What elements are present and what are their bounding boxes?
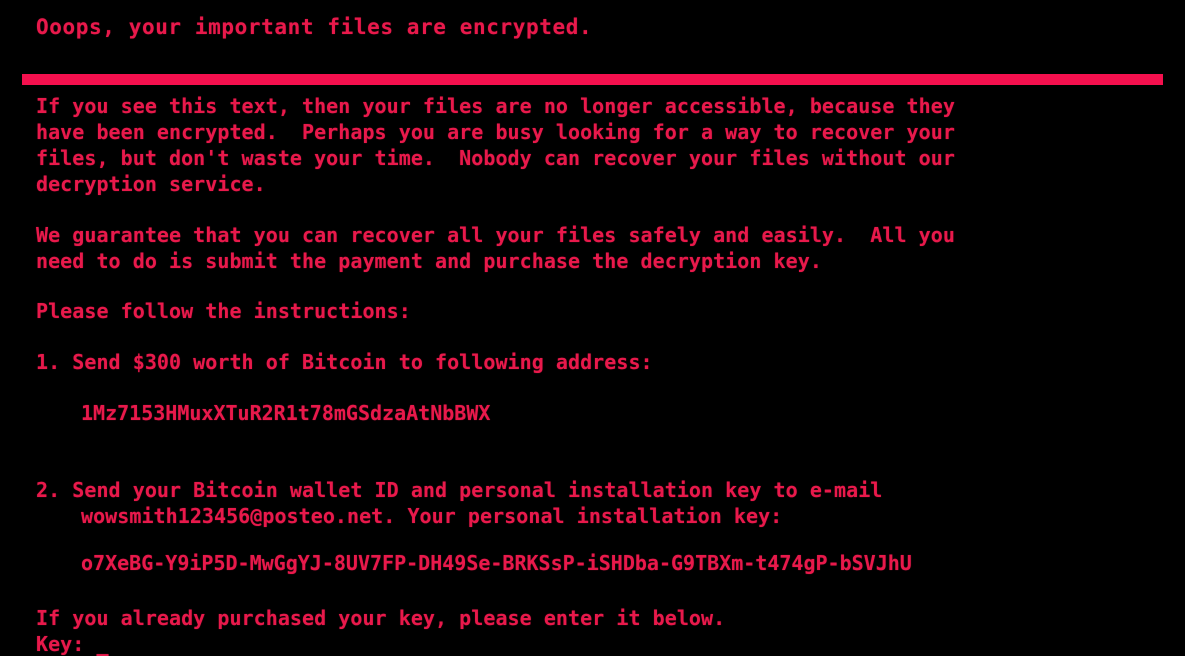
key-entry-row[interactable]: Key: _ — [36, 631, 109, 656]
already-purchased-prompt: If you already purchased your key, pleas… — [36, 606, 726, 630]
instructions-header: Please follow the instructions: — [36, 299, 411, 323]
intro-paragraph-line-3: files, but don't waste your time. Nobody… — [36, 146, 955, 170]
page-title: Ooops, your important files are encrypte… — [36, 15, 593, 39]
step-2-text-line-2: wowsmith123456@posteo.net. Your personal… — [81, 504, 783, 528]
intro-paragraph-line-4: decryption service. — [36, 172, 266, 196]
text-caret: _ — [96, 632, 109, 656]
guarantee-paragraph-line-2: need to do is submit the payment and pur… — [36, 249, 822, 273]
separator-bar — [22, 74, 1163, 85]
intro-paragraph-line-2: have been encrypted. Perhaps you are bus… — [36, 120, 955, 144]
personal-installation-key[interactable]: o7XeBG-Y9iP5D-MwGgYJ-8UV7FP-DH49Se-BRKSs… — [81, 550, 912, 576]
guarantee-paragraph-line-1: We guarantee that you can recover all yo… — [36, 223, 955, 247]
ransom-note-screen: Ooops, your important files are encrypte… — [0, 0, 1185, 656]
bitcoin-address[interactable]: 1Mz7153HMuxXTuR2R1t78mGSdzaAtNbBWX — [81, 400, 490, 426]
step-2-text-line-1: 2. Send your Bitcoin wallet ID and perso… — [36, 478, 883, 502]
key-input-label: Key: — [36, 632, 97, 656]
step-1-text: 1. Send $300 worth of Bitcoin to followi… — [36, 350, 653, 374]
intro-paragraph-line-1: If you see this text, then your files ar… — [36, 94, 955, 118]
